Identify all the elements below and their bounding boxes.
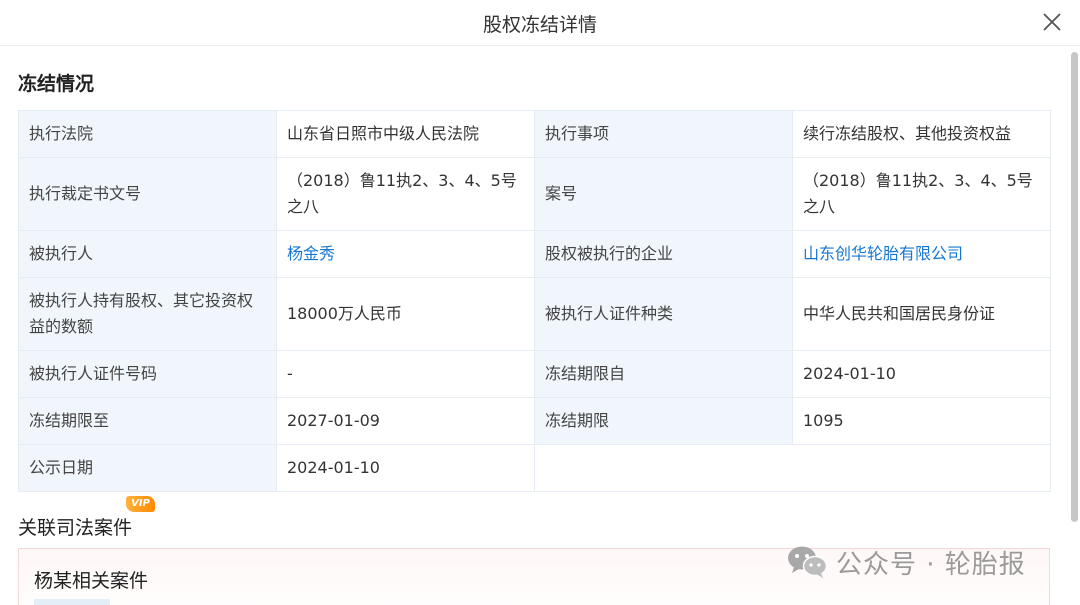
label-company: 股权被执行的企业 (534, 230, 793, 278)
table-row: 被执行人持有股权、其它投资权益的数额 18000万人民币 被执行人证件种类 中华… (18, 277, 1051, 351)
watermark: 公众号 · 轮胎报 (786, 542, 1026, 582)
table-row: 被执行人证件号码 - 冻结期限自 2024-01-10 (18, 350, 1051, 398)
case-title: 杨某相关案件 (34, 570, 149, 592)
table-row: 冻结期限至 2027-01-09 冻结期限 1095 (18, 397, 1051, 445)
value-id-number: - (276, 350, 535, 398)
company-link[interactable]: 山东创华轮胎有限公司 (803, 244, 963, 263)
value-freeze-term: 1095 (792, 397, 1051, 445)
table-row: 公示日期 2024-01-10 (18, 444, 1051, 492)
value-company-cell: 山东创华轮胎有限公司 (792, 230, 1051, 278)
label-matter: 执行事项 (534, 110, 793, 158)
value-equity-amount: 18000万人民币 (276, 277, 535, 351)
empty-cell (534, 444, 1051, 492)
dialog-content: 冻结情况 执行法院 山东省日照市中级人民法院 执行事项 续行冻结股权、其他投资权… (0, 47, 1068, 605)
label-id-type: 被执行人证件种类 (534, 277, 793, 351)
label-equity-amount: 被执行人持有股权、其它投资权益的数额 (18, 277, 277, 351)
value-freeze-to: 2027-01-09 (276, 397, 535, 445)
section-title: 冻结情况 (18, 73, 95, 95)
label-freeze-from: 冻结期限自 (534, 350, 793, 398)
label-ruling-no: 执行裁定书文号 (18, 157, 277, 231)
table-row: 执行法院 山东省日照市中级人民法院 执行事项 续行冻结股权、其他投资权益 (18, 110, 1051, 158)
label-case-no: 案号 (534, 157, 793, 231)
value-publish-date: 2024-01-10 (276, 444, 535, 492)
executed-person-link[interactable]: 杨金秀 (287, 244, 335, 263)
dialog-header: 股权冻结详情 (0, 0, 1080, 46)
label-executed-person: 被执行人 (18, 230, 277, 278)
label-publish-date: 公示日期 (18, 444, 277, 492)
label-freeze-term: 冻结期限 (534, 397, 793, 445)
scrollbar-thumb[interactable] (1071, 52, 1078, 522)
label-court: 执行法院 (18, 110, 277, 158)
value-freeze-from: 2024-01-10 (792, 350, 1051, 398)
related-cases-title: 关联司法案件 (18, 517, 133, 539)
watermark-text: 公众号 · 轮胎报 (836, 549, 1026, 580)
wechat-icon (788, 546, 828, 578)
table-row: 执行裁定书文号 （2018）鲁11执2、3、4、5号之八 案号 （2018）鲁1… (18, 157, 1051, 231)
label-id-number: 被执行人证件号码 (18, 350, 277, 398)
value-court: 山东省日照市中级人民法院 (276, 110, 535, 158)
value-matter: 续行冻结股权、其他投资权益 (792, 110, 1051, 158)
label-freeze-to: 冻结期限至 (18, 397, 277, 445)
case-tag (34, 599, 110, 605)
value-id-type: 中华人民共和国居民身份证 (792, 277, 1051, 351)
vip-badge: VIP (126, 496, 155, 512)
dialog-title: 股权冻结详情 (482, 14, 597, 36)
value-ruling-no: （2018）鲁11执2、3、4、5号之八 (276, 157, 535, 231)
table-row: 被执行人 杨金秀 股权被执行的企业 山东创华轮胎有限公司 (18, 230, 1051, 278)
value-executed-person-cell: 杨金秀 (276, 230, 535, 278)
value-case-no: （2018）鲁11执2、3、4、5号之八 (792, 157, 1051, 231)
close-icon[interactable] (1040, 10, 1064, 34)
freeze-info-table: 执行法院 山东省日照市中级人民法院 执行事项 续行冻结股权、其他投资权益 执行裁… (18, 110, 1051, 492)
